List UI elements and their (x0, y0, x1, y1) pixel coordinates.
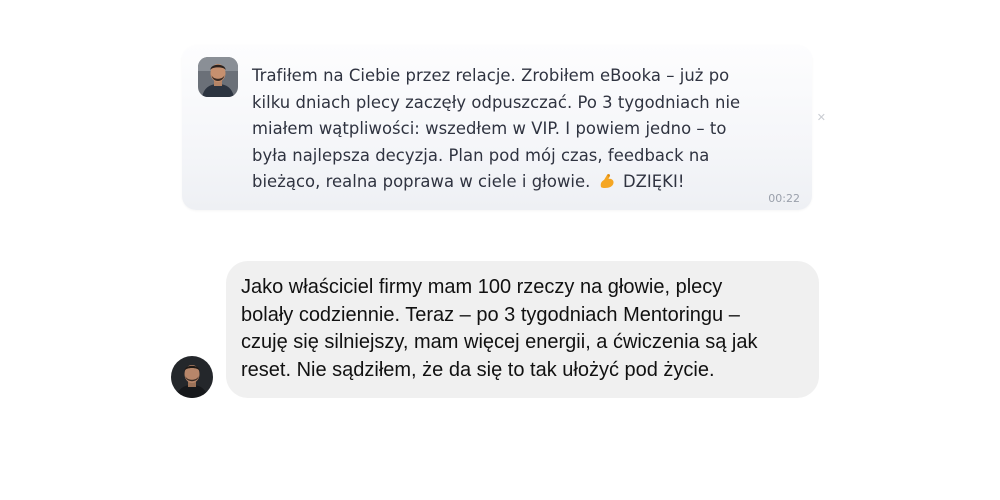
message-line: miałem wątpliwości: wszedłem w VIP. I po… (252, 119, 727, 138)
more-options-icon[interactable]: ✕ (817, 111, 826, 124)
timestamp: 00:22 (768, 192, 800, 205)
message-text: Trafiłem na Ciebie przez relacje. Zrobił… (252, 63, 797, 196)
message-line-last: bieżąco, realna poprawa w ciele i głowie… (252, 169, 797, 196)
message-line: bolały codziennie. Teraz – po 3 tygodnia… (241, 303, 740, 326)
message-bubble-2: Jako właściciel firmy mam 100 rzeczy na … (226, 261, 819, 398)
avatar[interactable] (171, 356, 213, 398)
message-line-text: bieżąco, realna poprawa w ciele i głowie… (252, 172, 591, 191)
message-line: czuję się silniejszy, mam więcej energii… (241, 331, 758, 353)
closing-text: DZIĘKI! (622, 172, 685, 191)
user-photo-icon (198, 57, 238, 97)
message-card-1: Trafiłem na Ciebie przez relacje. Zrobił… (182, 45, 826, 210)
message-line: Trafiłem na Ciebie przez relacje. Zrobił… (252, 66, 730, 85)
flexed-biceps-emoji-icon (598, 172, 616, 190)
user-photo-icon (171, 356, 213, 398)
message-line: kilku dniach plecy zaczęły odpuszczać. P… (252, 92, 741, 112)
message-line: Jako właściciel firmy mam 100 rzeczy na … (241, 276, 723, 298)
message-text: Jako właściciel firmy mam 100 rzeczy na … (241, 274, 811, 384)
message-line: była najlepsza decyzja. Plan pod mój cza… (252, 145, 710, 165)
avatar[interactable] (198, 57, 238, 97)
message-line: reset. Nie sądziłem, że da się to tak uł… (241, 358, 715, 381)
